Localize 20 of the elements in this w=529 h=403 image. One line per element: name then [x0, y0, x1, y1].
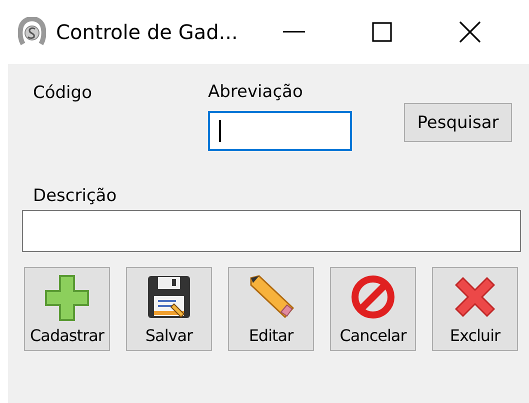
text-cursor: [219, 120, 221, 142]
horseshoe-logo-icon: [18, 17, 46, 47]
close-icon[interactable]: [459, 21, 481, 43]
minimize-icon[interactable]: [283, 31, 305, 33]
field-label: Descrição: [33, 186, 117, 206]
field-label: Código: [33, 83, 92, 103]
delete-button[interactable]: Excluir: [432, 267, 518, 351]
field-label: Abreviação: [208, 82, 304, 104]
save-button[interactable]: Salvar: [126, 267, 212, 351]
description-input[interactable]: [22, 210, 521, 252]
maximize-icon[interactable]: [372, 22, 392, 42]
search-button[interactable]: Pesquisar: [404, 103, 512, 142]
edit-button[interactable]: Editar: [228, 267, 314, 351]
cancel-button[interactable]: Cancelar: [330, 267, 416, 351]
prohibition-icon: [350, 274, 396, 320]
abbreviation-input[interactable]: [208, 111, 352, 151]
add-button[interactable]: Cadastrar: [24, 267, 110, 351]
window-title: Controle de Gad...: [56, 20, 239, 44]
cross-icon: [452, 274, 498, 320]
plus-icon: [44, 274, 90, 322]
